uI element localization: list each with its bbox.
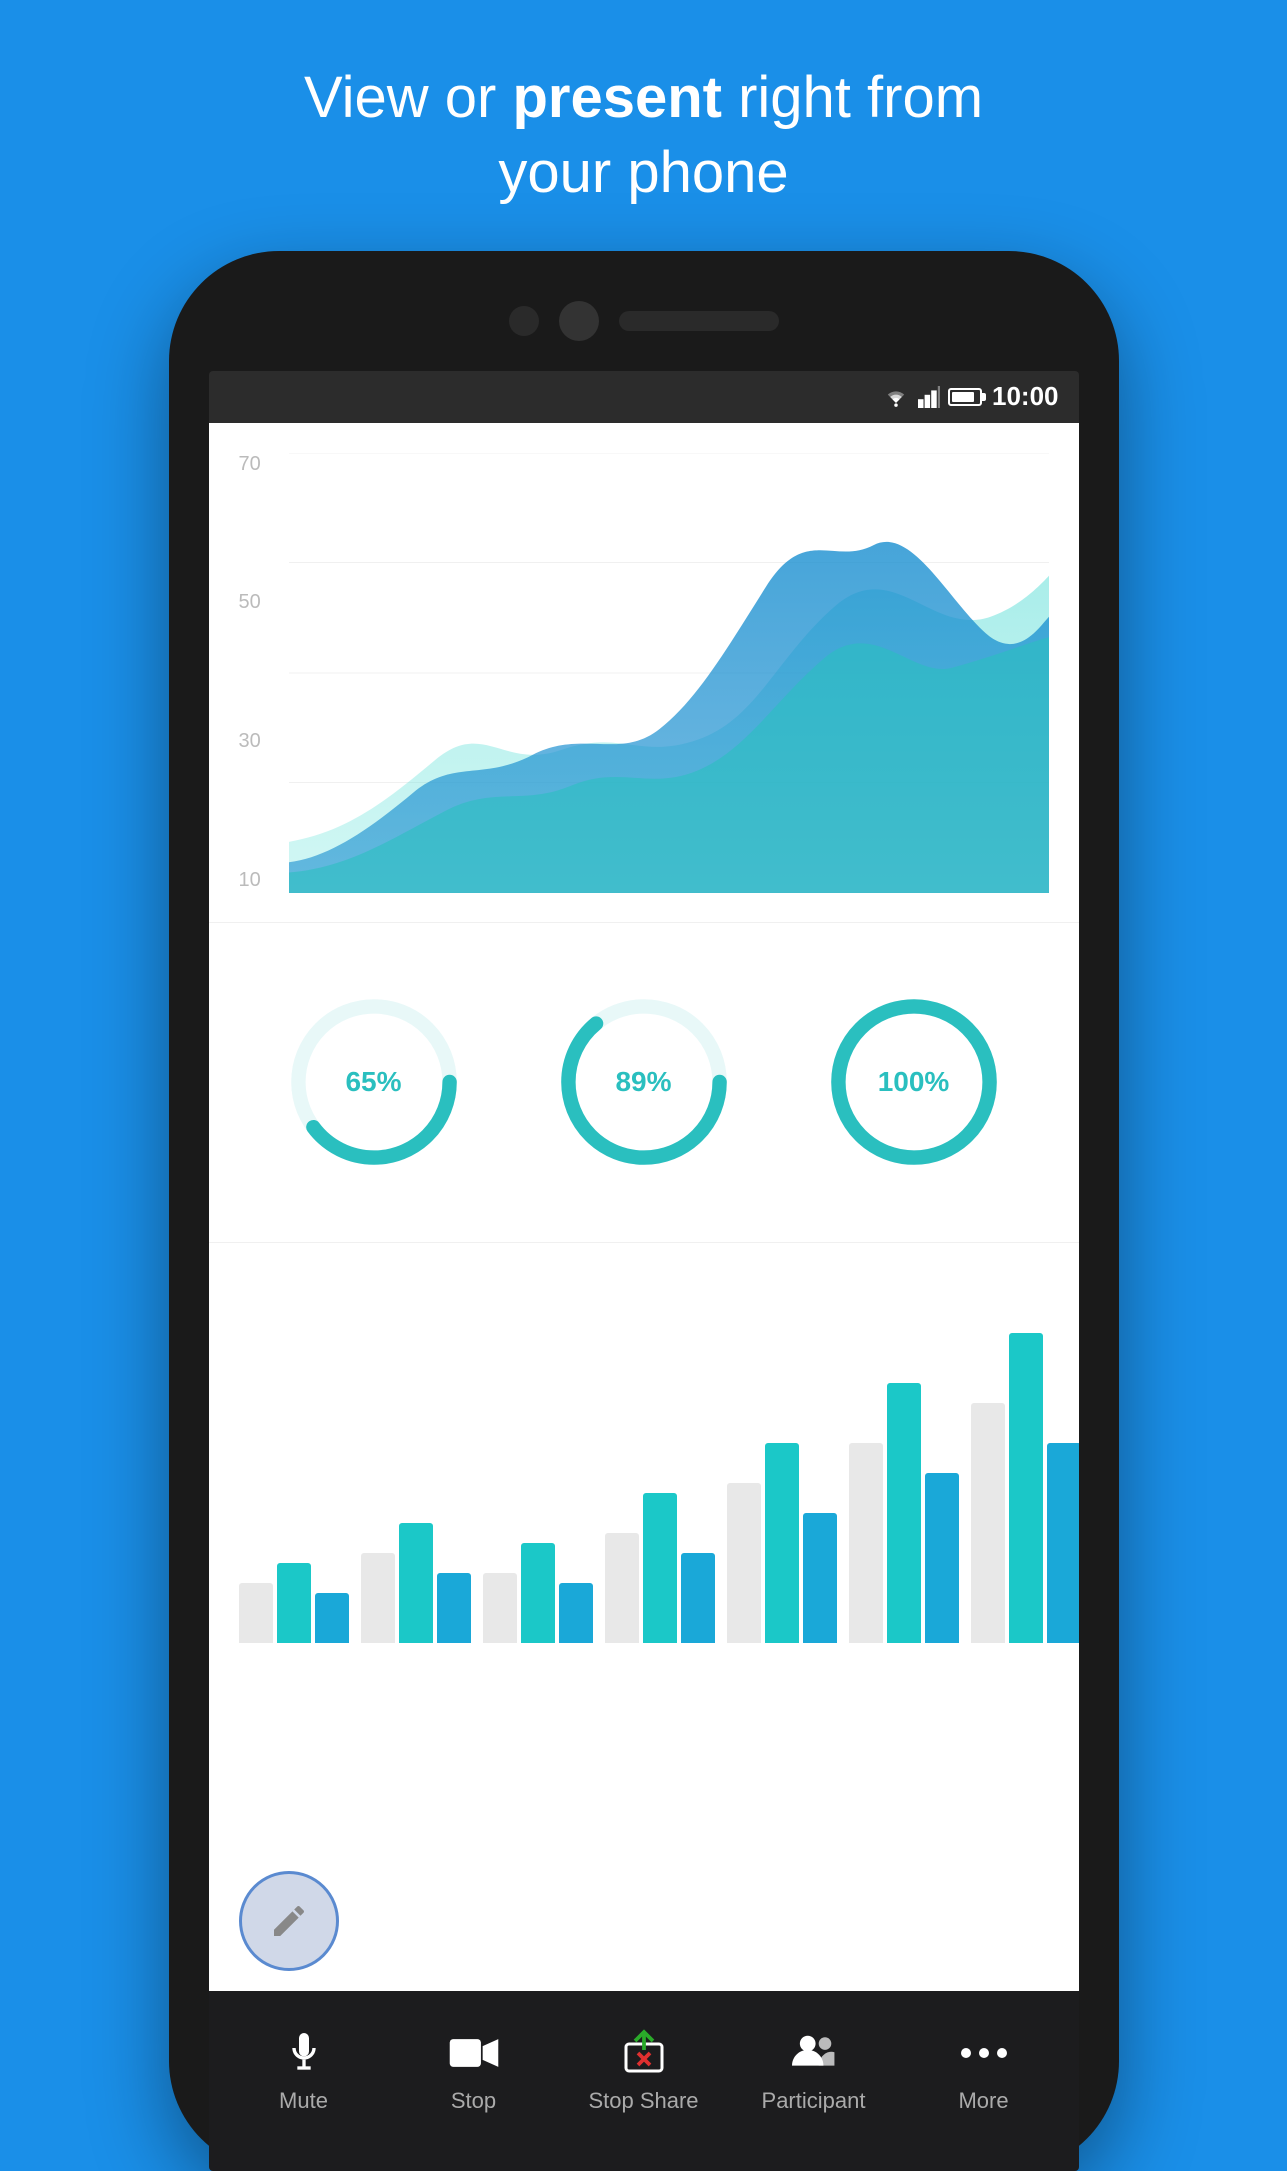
- participant-icon: [792, 2031, 836, 2075]
- area-chart-section: 70 50 30 10: [209, 423, 1079, 923]
- toolbar-icon-stop-share: [614, 2028, 674, 2078]
- area-chart-svg: [289, 453, 1049, 893]
- toolbar-icon-more: [954, 2028, 1014, 2078]
- donut-1-label: 65%: [345, 1066, 401, 1098]
- bar-blue: [315, 1593, 349, 1643]
- bar-teal: [399, 1523, 433, 1643]
- bar-group-2: [361, 1523, 471, 1643]
- donut-3: 100%: [824, 992, 1004, 1172]
- toolbar-item-more[interactable]: More: [919, 2028, 1049, 2114]
- donut-3-label: 100%: [878, 1066, 950, 1098]
- bar-gray: [605, 1533, 639, 1643]
- donut-section: 65% 89% 100%: [209, 923, 1079, 1243]
- bar-blue: [925, 1473, 959, 1643]
- bar-gray: [971, 1403, 1005, 1643]
- donut-2: 89%: [554, 992, 734, 1172]
- bar-chart-container: [239, 1273, 1049, 1653]
- wifi-icon: [882, 386, 910, 408]
- area-chart-container: [289, 453, 1049, 893]
- status-bar: 10:00: [209, 371, 1079, 423]
- donut-2-label: 89%: [615, 1066, 671, 1098]
- phone-frame: 10:00 70 50 30 10: [169, 251, 1119, 2171]
- toolbar-item-mute[interactable]: Mute: [239, 2028, 369, 2114]
- page-header: View or present right from your phone: [304, 60, 983, 211]
- bar-blue: [437, 1573, 471, 1643]
- bar-blue: [1047, 1443, 1079, 1643]
- toolbar-label-stop-share: Stop Share: [588, 2088, 698, 2114]
- toolbar-item-stop[interactable]: Stop: [409, 2028, 539, 2114]
- donut-1: 65%: [284, 992, 464, 1172]
- header-highlight: present: [512, 65, 722, 130]
- bar-gray: [361, 1553, 395, 1643]
- bar-group-6: [849, 1383, 959, 1643]
- bar-group-1: [239, 1563, 349, 1643]
- bar-blue: [803, 1513, 837, 1643]
- edit-fab[interactable]: [239, 1871, 339, 1971]
- bar-group-4: [605, 1493, 715, 1643]
- toolbar-label-stop: Stop: [451, 2088, 496, 2114]
- stop-share-icon: [620, 2029, 668, 2077]
- camera: [559, 301, 599, 341]
- bar-teal: [1009, 1333, 1043, 1643]
- status-icons: [882, 386, 982, 408]
- y-label-50: 50: [239, 591, 261, 614]
- battery-icon: [948, 388, 982, 406]
- bar-teal: [277, 1563, 311, 1643]
- video-icon: [448, 2033, 500, 2073]
- y-label-70: 70: [239, 453, 261, 476]
- front-camera: [509, 306, 539, 336]
- toolbar-item-stop-share[interactable]: Stop Share: [579, 2028, 709, 2114]
- phone-top-bar: [169, 251, 1119, 371]
- phone-screen: 70 50 30 10: [209, 423, 1079, 1991]
- bar-gray: [239, 1583, 273, 1643]
- bar-teal: [521, 1543, 555, 1643]
- bar-blue: [559, 1583, 593, 1643]
- bar-group-3: [483, 1543, 593, 1643]
- chart-y-labels: 70 50 30 10: [239, 453, 261, 892]
- status-time: 10:00: [992, 381, 1059, 412]
- toolbar-item-participant[interactable]: Participant: [749, 2028, 879, 2114]
- header-line3: your phone: [498, 140, 788, 205]
- bottom-toolbar: Mute Stop: [209, 1991, 1079, 2171]
- mic-icon: [284, 2029, 324, 2077]
- speaker: [619, 311, 779, 331]
- bar-chart-section: [209, 1243, 1079, 1991]
- bar-gray: [849, 1443, 883, 1643]
- bar-teal: [643, 1493, 677, 1643]
- toolbar-icon-mute: [274, 2028, 334, 2078]
- phone-device: 10:00 70 50 30 10: [169, 251, 1119, 2171]
- more-icon: [959, 2043, 1009, 2063]
- y-label-30: 30: [239, 730, 261, 753]
- toolbar-icon-participant: [784, 2028, 844, 2078]
- y-label-10: 10: [239, 869, 261, 892]
- toolbar-icon-stop: [444, 2028, 504, 2078]
- toolbar-label-mute: Mute: [279, 2088, 328, 2114]
- bar-group-5: [727, 1443, 837, 1643]
- bar-teal: [887, 1383, 921, 1643]
- bar-group-7: [971, 1333, 1079, 1643]
- edit-icon: [269, 1901, 309, 1941]
- signal-icon: [918, 386, 940, 408]
- bar-gray: [727, 1483, 761, 1643]
- bar-blue: [681, 1553, 715, 1643]
- bar-gray: [483, 1573, 517, 1643]
- toolbar-label-participant: Participant: [762, 2088, 866, 2114]
- toolbar-label-more: More: [958, 2088, 1008, 2114]
- bar-teal: [765, 1443, 799, 1643]
